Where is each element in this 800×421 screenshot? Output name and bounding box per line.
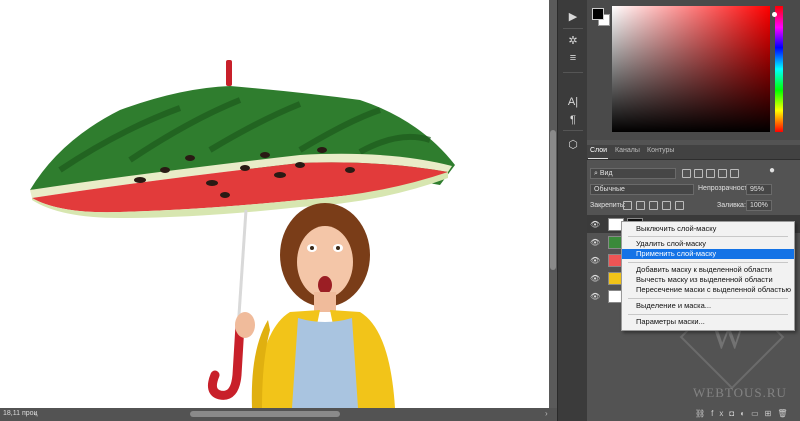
menu-item-delete-mask[interactable]: Удалить слой-маску xyxy=(622,239,794,249)
filter-smart-object-icon[interactable] xyxy=(730,169,739,178)
filter-toggle-icon[interactable]: ● xyxy=(769,165,775,176)
visibility-eye-icon[interactable]: 👁 xyxy=(590,256,600,265)
lock-transparency-icon[interactable] xyxy=(623,201,632,210)
layer-mask-context-menu: Выключить слой-маску Удалить слой-маску … xyxy=(621,221,795,331)
fx-icon[interactable]: fx xyxy=(711,409,729,418)
menu-item-apply-mask[interactable]: Применить слой-маску xyxy=(622,249,794,259)
tab-layers[interactable]: Слои xyxy=(590,147,607,154)
blend-mode-select[interactable]: Обычные xyxy=(590,184,694,195)
visibility-eye-icon[interactable]: 👁 xyxy=(590,238,600,247)
hue-slider[interactable] xyxy=(775,6,783,132)
link-icon[interactable]: ⛓ xyxy=(695,409,711,418)
trash-icon[interactable]: 🗑 xyxy=(777,409,793,418)
menu-item-mask-options[interactable]: Параметры маски... xyxy=(622,317,794,327)
paragraph-mark-icon[interactable]: ¶ xyxy=(558,114,588,126)
menu-item-disable-mask[interactable]: Выключить слой-маску xyxy=(622,224,794,234)
lock-image-icon[interactable] xyxy=(636,201,645,210)
layers-bottom-bar: ⛓fx◘◐▭⊞🗑 xyxy=(695,409,794,418)
menu-item-subtract-mask-from-selection[interactable]: Вычесть маску из выделенной области xyxy=(622,275,794,285)
menu-item-select-and-mask[interactable]: Выделение и маска... xyxy=(622,301,794,311)
3d-cube-icon[interactable]: ⬡ xyxy=(558,138,588,151)
visibility-eye-icon[interactable]: 👁 xyxy=(590,292,600,301)
filter-shape-icon[interactable] xyxy=(718,169,727,178)
play-icon[interactable]: ▶ xyxy=(558,10,588,23)
artwork-image xyxy=(30,60,455,408)
scroll-right-arrow[interactable]: › xyxy=(545,409,548,418)
color-picker-cursor[interactable] xyxy=(772,12,777,17)
status-bar: 18,11 проц ‹ › xyxy=(0,408,557,421)
folder-icon[interactable]: ▭ xyxy=(751,409,765,418)
opacity-input[interactable]: 95% xyxy=(746,184,772,195)
scroll-thumb[interactable] xyxy=(550,130,556,270)
fill-label: Заливка: xyxy=(717,202,746,209)
lock-artboard-icon[interactable] xyxy=(662,201,671,210)
zoom-level[interactable]: 18,11 проц xyxy=(3,410,38,417)
panel-tool-strip: ▶ ✲ ≡ A| ¶ ⬡ xyxy=(557,0,588,421)
layers-panel-tabs: Слои Каналы Контуры xyxy=(587,145,800,160)
active-tab-indicator xyxy=(588,158,608,159)
foreground-color-swatch[interactable] xyxy=(592,8,604,20)
mask-icon[interactable]: ◘ xyxy=(729,409,740,418)
lock-all-icon[interactable] xyxy=(675,201,684,210)
tab-channels[interactable]: Каналы xyxy=(615,147,640,154)
filter-pixel-icon[interactable] xyxy=(682,169,691,178)
new-layer-icon[interactable]: ⊞ xyxy=(765,409,778,418)
filter-type-icon[interactable] xyxy=(706,169,715,178)
fill-input[interactable]: 100% xyxy=(746,200,772,211)
visibility-eye-icon[interactable]: 👁 xyxy=(590,274,600,283)
brush-settings-icon[interactable]: ✲ xyxy=(558,34,588,47)
adjustment-icon[interactable]: ◐ xyxy=(740,409,751,418)
properties-icon[interactable]: ≡ xyxy=(558,52,588,64)
tab-paths[interactable]: Контуры xyxy=(647,147,674,154)
scroll-left-arrow[interactable]: ‹ xyxy=(34,409,37,418)
document-canvas[interactable] xyxy=(0,0,549,408)
filter-kind-label: Вид xyxy=(599,170,613,177)
lock-position-icon[interactable] xyxy=(649,201,658,210)
paragraph-text-icon[interactable]: A| xyxy=(558,96,588,108)
watermark-text: WEBTOUS.RU xyxy=(693,385,787,400)
lock-label: Закрепить: xyxy=(590,202,626,209)
menu-item-add-mask-to-selection[interactable]: Добавить маску к выделенной области xyxy=(622,265,794,275)
vertical-scrollbar[interactable] xyxy=(549,0,557,408)
visibility-eye-icon[interactable]: 👁 xyxy=(590,220,600,229)
filter-adjustment-icon[interactable] xyxy=(694,169,703,178)
saturation-brightness-field[interactable] xyxy=(612,6,770,132)
menu-item-intersect-mask-with-selection[interactable]: Пересечение маски с выделенной областью xyxy=(622,285,794,295)
layer-filter-select[interactable]: ⌕ Вид xyxy=(590,168,676,179)
opacity-label: Непрозрачность: xyxy=(698,185,753,192)
horizontal-scroll-thumb[interactable] xyxy=(190,411,340,417)
